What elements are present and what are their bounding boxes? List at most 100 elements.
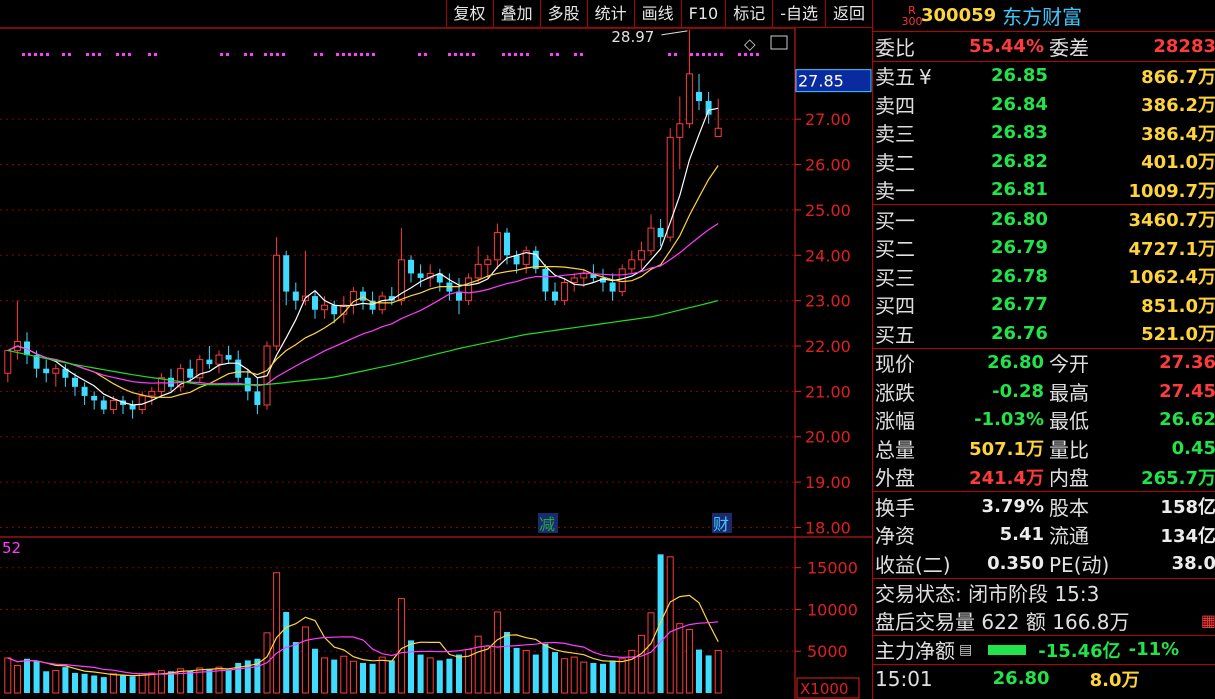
- candle-body-down: [292, 291, 299, 301]
- order-row-sell3[interactable]: 卖三 26.83 386.4万: [873, 119, 1215, 148]
- sell4-price: 26.84: [991, 93, 1048, 115]
- signal-dot: [424, 53, 427, 56]
- candle-body-down: [504, 232, 510, 256]
- buy1-label: 买一: [875, 208, 915, 233]
- candle-body-down: [542, 268, 549, 292]
- price-tick-label: 21.00: [805, 382, 851, 401]
- price-tick-label: 20.00: [805, 428, 851, 447]
- candle-body-down: [206, 359, 213, 365]
- toolbar-button-fuquan[interactable]: 复权: [445, 0, 493, 28]
- order-row-buy3[interactable]: 买三 26.78 1062.4万: [873, 262, 1215, 291]
- candle-body-down: [408, 259, 414, 274]
- toolbar-button-statistics[interactable]: 统计: [586, 0, 634, 28]
- grid-icon[interactable]: ▦: [1201, 611, 1215, 630]
- high-label: 最高: [1049, 380, 1089, 405]
- toolbar-button-draw-line[interactable]: 画线: [633, 0, 681, 28]
- order-row-sell2[interactable]: 卖二 26.82 401.0万: [873, 147, 1215, 176]
- badge-top: R: [908, 3, 916, 17]
- signal-dot: [696, 53, 699, 56]
- volume-bar-up: [4, 657, 12, 694]
- kline-chart-area[interactable]: 27.00 26.00 25.00 24.00 23.00 22.00 21.00 20.00…: [0, 0, 872, 699]
- volume-bar-up: [148, 672, 156, 694]
- signal-dot: [282, 53, 285, 56]
- order-row-sell5[interactable]: 卖五 ¥ 26.85 866.7万: [873, 62, 1215, 91]
- buy1-price: 26.80: [991, 208, 1048, 230]
- order-row-buy4[interactable]: 买四 26.77 851.0万: [873, 291, 1215, 320]
- signal-dot: [46, 53, 49, 56]
- nav-label: 净资: [875, 524, 915, 549]
- signal-dot: [580, 53, 583, 56]
- main-flow-value: -15.46亿: [1038, 640, 1121, 662]
- order-row-buy2[interactable]: 买二 26.79 4727.1万: [873, 234, 1215, 263]
- toolbar-button-remove-watchlist[interactable]: -自选: [772, 0, 825, 28]
- signal-dot: [526, 53, 529, 56]
- signal-dot: [68, 53, 71, 56]
- volume-bar-down: [532, 654, 539, 693]
- toolbar-button-f10[interactable]: F10: [680, 0, 726, 28]
- candle-body-down: [609, 282, 616, 292]
- high-annotation-arrow: [661, 30, 688, 36]
- price-tick-label: 27.00: [805, 110, 851, 129]
- toolbar-button-overlay[interactable]: 叠加: [492, 0, 540, 28]
- volume-bar-down: [62, 667, 69, 693]
- candle-body-up: [676, 123, 684, 138]
- candle-body-down: [331, 305, 338, 315]
- buy2-price: 26.79: [991, 237, 1048, 259]
- candle-body-down: [312, 296, 318, 310]
- order-row-sell1[interactable]: 卖一 26.81 1009.7万: [873, 176, 1215, 205]
- volume-bar-down: [369, 663, 376, 693]
- signal-dot: [22, 53, 25, 56]
- quote-row-volume: 总量 507.1万 量比 0.45: [873, 434, 1215, 463]
- buy2-label: 买二: [875, 237, 915, 262]
- buy3-volume: 1062.4万: [1128, 267, 1215, 289]
- kline-chart[interactable]: 27.00 26.00 25.00 24.00 23.00 22.00 21.00 20.00…: [0, 0, 872, 699]
- buy3-label: 买三: [875, 265, 915, 290]
- toolbar-button-mark[interactable]: 标记: [725, 0, 773, 28]
- volume-bar-down: [456, 654, 462, 693]
- volume-bar-down: [504, 632, 510, 693]
- volume-bar-up: [618, 658, 626, 694]
- order-row-buy5[interactable]: 买五 26.76 521.0万: [873, 319, 1215, 349]
- stock-name[interactable]: 东方财富: [1002, 1, 1082, 30]
- tick-volume: 8.0万: [1089, 669, 1140, 691]
- volume-bar-up: [685, 629, 693, 694]
- eps-label: 收益(二): [875, 552, 951, 577]
- volume-ma-label: 52: [2, 539, 21, 557]
- current-price-value: 26.80: [987, 352, 1044, 374]
- volume-bar-up: [474, 635, 482, 694]
- volume-bar-down: [72, 672, 78, 693]
- order-row-sell4[interactable]: 卖四 26.84 386.2万: [873, 90, 1215, 119]
- candle-body-down: [696, 91, 702, 102]
- high-value: 27.45: [1159, 380, 1215, 402]
- buy2-volume: 4727.1万: [1128, 238, 1215, 260]
- candle-body-up: [349, 291, 357, 306]
- signal-dot: [86, 53, 89, 56]
- chart-toolbar: 复权 叠加 多股 统计 画线 F10 标记 -自选 返回: [445, 0, 872, 28]
- sell5-price: 26.85: [991, 65, 1048, 87]
- signal-dot: [502, 53, 505, 56]
- order-row-buy1[interactable]: 买一 26.80 3460.7万: [873, 205, 1215, 234]
- signal-dot: [34, 53, 37, 56]
- signal-dot: [226, 53, 229, 56]
- fund-row-eps: 收益(二) 0.350 PE(动) 38.0: [873, 549, 1215, 579]
- volume-bar-down: [91, 675, 98, 693]
- sell4-volume: 386.2万: [1141, 95, 1215, 117]
- share-capital-value: 158亿: [1160, 497, 1215, 519]
- toolbar-button-back[interactable]: 返回: [824, 0, 872, 28]
- toolbar-button-multi-stock[interactable]: 多股: [539, 0, 587, 28]
- change-value: -0.28: [992, 380, 1044, 402]
- volume-bar-down: [513, 647, 520, 693]
- volume-ratio-value: 0.45: [1171, 437, 1215, 459]
- volume-bar-down: [24, 658, 30, 693]
- stock-code[interactable]: 300059: [921, 5, 996, 26]
- main-flow-row[interactable]: 主力净额 ▤ -15.46亿 -11%: [873, 636, 1215, 665]
- candle-body-up: [215, 354, 223, 365]
- signal-dot: [702, 53, 705, 56]
- candle-body-down: [235, 359, 242, 378]
- main-flow-label: 主力净额: [875, 639, 955, 663]
- signal-dot: [466, 53, 469, 56]
- buy5-volume: 521.0万: [1141, 324, 1215, 346]
- sell2-price: 26.82: [991, 150, 1048, 172]
- weibi-label: 委比: [875, 35, 915, 60]
- list-icon[interactable]: ▤: [959, 642, 972, 658]
